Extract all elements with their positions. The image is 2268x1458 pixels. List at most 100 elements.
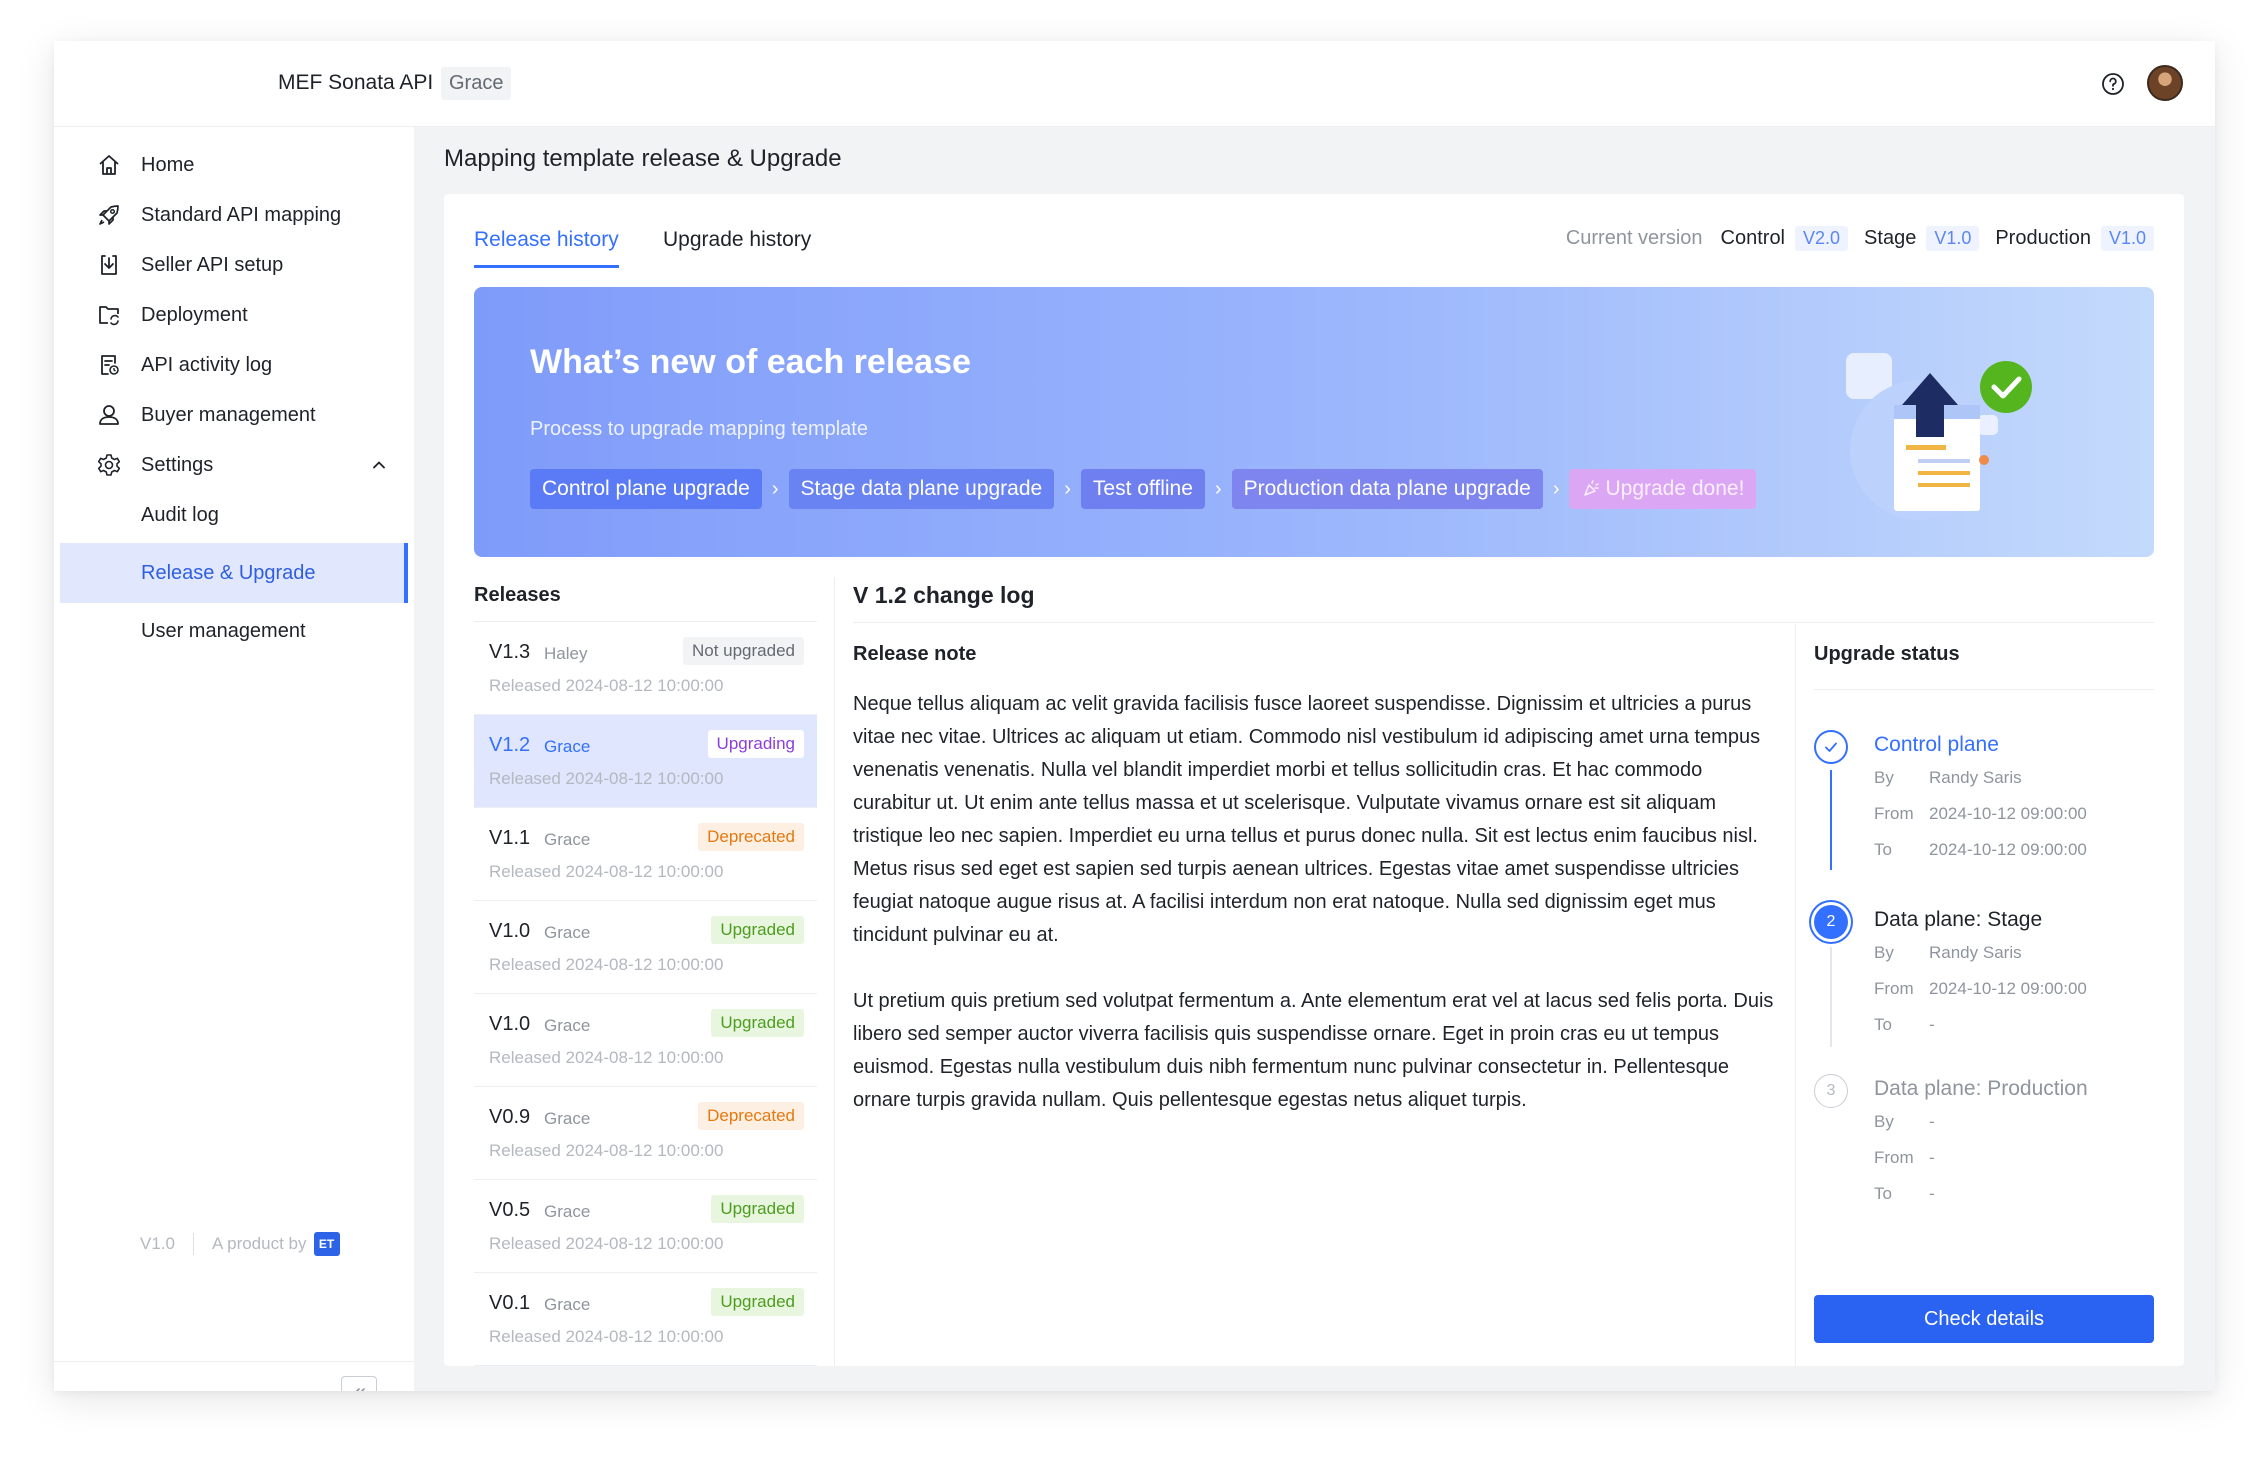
process-step: Test offline xyxy=(1080,469,1205,509)
chevron-up-icon[interactable] xyxy=(370,456,388,474)
step-by-row: By Randy Saris xyxy=(1874,768,2022,788)
to-label: To xyxy=(1874,840,1892,859)
chevron-right-icon: › xyxy=(1064,477,1071,500)
from-label: From xyxy=(1874,1148,1914,1167)
release-item[interactable]: V1.0 Grace Upgraded Released 2024-08-12 … xyxy=(474,901,817,994)
release-note-title: Release note xyxy=(853,643,977,665)
release-version: V1.0 xyxy=(489,1013,531,1035)
changelog-title: V 1.2 change log xyxy=(853,582,1035,608)
double-chevron-left-icon xyxy=(355,1388,365,1391)
sidebar-item-label: Seller API setup xyxy=(141,253,284,276)
tab-upgrade-history[interactable]: Upgrade history xyxy=(663,228,811,268)
release-author: Grace xyxy=(544,923,591,942)
release-banner: What’s new of each release Process to up… xyxy=(474,287,2154,557)
release-item[interactable]: V1.3 Haley Not upgraded Released 2024-08… xyxy=(474,622,817,715)
release-date: Released 2024-08-12 10:00:00 xyxy=(489,955,724,974)
rocket-icon xyxy=(99,205,119,225)
release-note-paragraph: Ut pretium quis pretium sed volutpat fer… xyxy=(853,990,1774,1111)
footer-divider xyxy=(192,1233,194,1255)
production-label: Production xyxy=(1995,227,2091,249)
gear-icon xyxy=(97,454,121,476)
process-step: Control plane upgrade xyxy=(530,469,762,509)
chevron-right-icon: › xyxy=(771,477,779,500)
release-date: Released 2024-08-12 10:00:00 xyxy=(489,862,724,881)
sidebar-item-audit-log[interactable]: Audit log xyxy=(60,485,408,545)
sidebar-divider xyxy=(54,1361,414,1362)
to-value: 2024-10-12 09:00:00 xyxy=(1929,840,2087,859)
avatar[interactable] xyxy=(2147,65,2183,101)
upgrade-illustration xyxy=(1846,353,2032,520)
to-value: - xyxy=(1929,1015,1935,1034)
to-label: To xyxy=(1874,1184,1892,1203)
chevron-right-icon: › xyxy=(1214,477,1222,500)
release-item[interactable]: V0.9 Grace Deprecated Released 2024-08-1… xyxy=(474,1087,817,1180)
app-version: V1.0 xyxy=(140,1234,175,1253)
from-value: 2024-10-12 09:00:00 xyxy=(1929,804,2087,823)
workspace-tag[interactable]: Grace xyxy=(441,67,512,100)
main-card: Release history Upgrade history Current … xyxy=(444,194,2184,1366)
by-label: By xyxy=(1874,943,1894,962)
process-step-label: Upgrade done! xyxy=(1605,477,1745,500)
folder-sync-icon xyxy=(99,306,119,326)
step-to-row: To 2024-10-12 09:00:00 xyxy=(1874,840,2087,860)
to-label: To xyxy=(1874,1015,1892,1034)
release-author: Grace xyxy=(544,1202,591,1221)
sidebar-item-label: User management xyxy=(141,619,306,642)
release-version: V1.1 xyxy=(489,827,531,849)
release-author: Grace xyxy=(544,1016,591,1035)
page-title: Mapping template release & Upgrade xyxy=(444,145,842,172)
step-from-row: From 2024-10-12 09:00:00 xyxy=(1874,979,2087,999)
upgrade-status-title: Upgrade status xyxy=(1814,643,1960,665)
sidebar-item-label: Buyer management xyxy=(141,403,316,426)
release-version: V0.1 xyxy=(489,1292,531,1314)
step-to-row: To - xyxy=(1874,1015,1935,1035)
sidebar-item-user-management[interactable]: User management xyxy=(60,601,408,661)
release-date: Released 2024-08-12 10:00:00 xyxy=(489,1048,724,1067)
sidebar-item-label: Release & Upgrade xyxy=(141,561,316,584)
sidebar-item-release-upgrade[interactable]: Release & Upgrade xyxy=(60,543,408,603)
release-item[interactable]: V1.1 Grace Deprecated Released 2024-08-1… xyxy=(474,808,817,901)
collapse-sidebar-button[interactable] xyxy=(341,1376,377,1391)
celebrate-icon xyxy=(1584,480,1600,496)
check-details-button[interactable]: Check details xyxy=(1814,1295,2154,1343)
release-item[interactable]: V1.2 Grace Upgrading Released 2024-08-12… xyxy=(474,715,817,808)
release-item[interactable]: V1.0 Grace Upgraded Released 2024-08-12 … xyxy=(474,994,817,1087)
status-badge: Upgraded xyxy=(711,1195,804,1223)
from-label: From xyxy=(1874,804,1914,823)
release-note-paragraph: Neque tellus aliquam ac velit gravida fa… xyxy=(853,693,1761,946)
status-badge: Upgraded xyxy=(711,916,804,944)
sidebar-item-label: Deployment xyxy=(141,303,248,326)
sidebar-footer: V1.0 A product by ET xyxy=(140,1232,340,1256)
column-divider xyxy=(1795,624,1796,1366)
column-divider xyxy=(834,577,835,1366)
from-value: 2024-10-12 09:00:00 xyxy=(1929,979,2087,998)
release-author: Grace xyxy=(544,737,591,756)
user-icon xyxy=(99,405,119,425)
sidebar-item-label: Audit log xyxy=(141,503,219,526)
sidebar-item-label: Home xyxy=(141,153,195,176)
status-badge: Upgraded xyxy=(711,1288,804,1316)
release-author: Haley xyxy=(544,644,588,663)
release-item[interactable]: V0.5 Grace Upgraded Released 2024-08-12 … xyxy=(474,1180,817,1273)
step-to-row: To - xyxy=(1874,1184,1935,1204)
by-label: By xyxy=(1874,768,1894,787)
banner-subtitle: Process to upgrade mapping template xyxy=(530,418,868,440)
sidebar: Home Standard API mapping Seller API set… xyxy=(54,127,414,1391)
tab-release-history[interactable]: Release history xyxy=(474,228,619,268)
et-logo: ET xyxy=(313,1232,340,1256)
release-version: V0.5 xyxy=(489,1199,531,1221)
release-item[interactable]: V0.1 Grace Upgraded Released 2024-08-12 … xyxy=(474,1273,817,1366)
status-step-name: Data plane: Stage xyxy=(1874,908,2043,931)
step-from-row: From - xyxy=(1874,1148,1935,1168)
app-window: MEF Sonata API Grace Home Standard API m… xyxy=(54,41,2215,1391)
release-version: V1.0 xyxy=(489,920,531,942)
step-by-row: By - xyxy=(1874,1112,1935,1132)
step-number-badge: 2 xyxy=(1814,905,1848,939)
process-step-done: Upgrade done! xyxy=(1569,469,1757,509)
stage-label: Stage xyxy=(1864,227,1917,249)
release-date: Released 2024-08-12 10:00:00 xyxy=(489,769,724,788)
help-icon[interactable] xyxy=(2101,72,2125,96)
step-connector xyxy=(1830,947,1832,1047)
product-by-label: A product by xyxy=(211,1234,307,1253)
release-date: Released 2024-08-12 10:00:00 xyxy=(489,1234,724,1253)
